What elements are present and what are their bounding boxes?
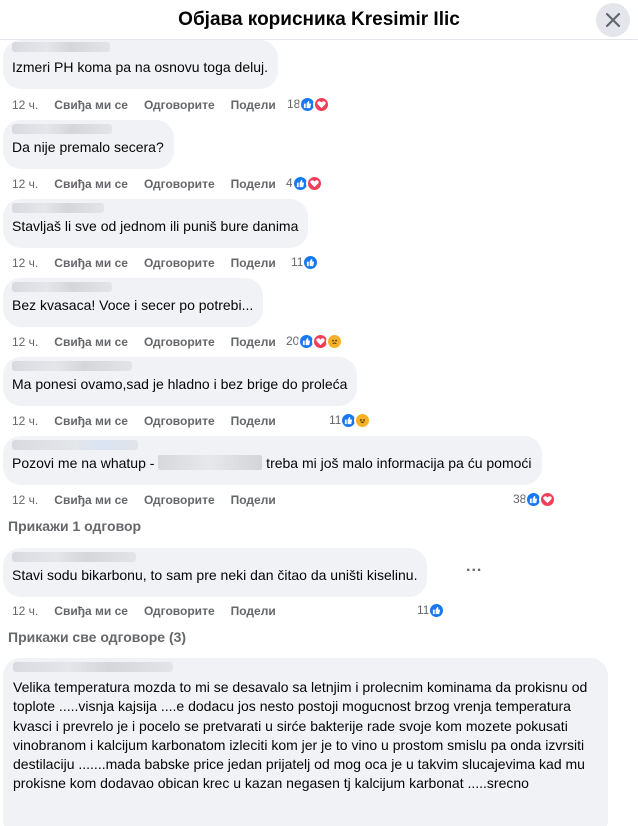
reaction-summary[interactable]: 38 <box>513 490 557 508</box>
comment-actions: 12 ч. Свиђа ми се Одговорите Подели <box>12 492 292 508</box>
reaction-summary[interactable]: 18 <box>287 95 331 113</box>
comment-text: Stavi sodu bikarbonu, to sam pre neki da… <box>12 567 418 583</box>
like-button[interactable]: Свиђа ми се <box>54 98 128 112</box>
phone-number-blurred <box>158 455 263 470</box>
comment-time[interactable]: 12 ч. <box>12 177 38 191</box>
comment-time[interactable]: 12 ч. <box>12 256 38 270</box>
comment-time[interactable]: 12 ч. <box>12 414 38 428</box>
dialog-header: Објава корисника Kresimir Ilic <box>0 0 638 40</box>
comment-actions: 12 ч. Свиђа ми се Одговорите Подели <box>12 97 292 113</box>
like-reaction-icon <box>302 253 320 271</box>
like-reaction-icon <box>428 601 446 619</box>
comment-bubble: Stavi sodu bikarbonu, to sam pre neki da… <box>3 548 428 597</box>
reply-button[interactable]: Одговорите <box>144 256 215 270</box>
comment-text-part: treba mi još malo informacija pa ću pomo… <box>262 455 532 471</box>
comment-bubble: Bez kvasaca! Voce i secer po potrebi... <box>3 278 264 327</box>
like-button[interactable]: Свиђа ми се <box>54 414 128 428</box>
haha-reaction-icon <box>354 411 372 429</box>
comment-text: Bez kvasaca! Voce i secer po potrebi... <box>12 297 254 313</box>
comment-bubble: Da nije premalo secera? <box>3 120 174 169</box>
comment-text: Ma ponesi ovamo,sad je hladno i bez brig… <box>12 376 348 392</box>
comment-bubble: Stavljaš li sve od jednom ili puniš bure… <box>3 199 309 248</box>
reaction-summary[interactable]: 20 <box>286 332 344 350</box>
comment-actions: 12 ч. Свиђа ми се Одговорите Подели <box>12 603 292 619</box>
close-button[interactable] <box>596 3 630 37</box>
close-icon <box>606 13 620 27</box>
love-reaction-icon <box>313 95 331 113</box>
reply-button[interactable]: Одговорите <box>144 414 215 428</box>
comment-time[interactable]: 12 ч. <box>12 98 38 112</box>
share-button[interactable]: Подели <box>231 177 276 191</box>
like-button[interactable]: Свиђа ми се <box>54 177 128 191</box>
comment-text-part: Pozovi me na whatup - <box>12 455 159 471</box>
share-button[interactable]: Подели <box>231 604 276 618</box>
reaction-count: 20 <box>286 334 300 348</box>
comment-bubble: Izmeri PH koma pa na osnovu toga deluj. <box>3 40 279 89</box>
author-name-blurred[interactable] <box>12 552 136 562</box>
comment-bubble: Velika temperatura mozda to mi se desava… <box>3 658 608 826</box>
like-button[interactable]: Свиђа ми се <box>54 335 128 349</box>
reaction-count: 38 <box>513 492 527 506</box>
reply-button[interactable]: Одговорите <box>144 493 215 507</box>
more-options-button[interactable]: ... <box>466 558 482 576</box>
share-button[interactable]: Подели <box>231 256 276 270</box>
reply-button[interactable]: Одговорите <box>144 177 215 191</box>
author-name-blurred[interactable] <box>12 440 138 450</box>
comment-actions: 12 ч. Свиђа ми се Одговорите Подели <box>12 413 292 429</box>
comment-text: Da nije premalo secera? <box>12 139 164 155</box>
share-button[interactable]: Подели <box>231 493 276 507</box>
reply-button[interactable]: Одговорите <box>144 604 215 618</box>
reaction-summary[interactable]: 11 <box>417 601 446 619</box>
reaction-summary[interactable]: 4 <box>286 174 323 192</box>
author-name-blurred[interactable] <box>12 42 110 52</box>
like-button[interactable]: Свиђа ми се <box>54 604 128 618</box>
share-button[interactable]: Подели <box>231 98 276 112</box>
author-name-blurred[interactable] <box>13 662 173 672</box>
author-name-blurred[interactable] <box>12 203 104 213</box>
comment-text: Velika temperatura mozda to mi se desava… <box>13 679 588 792</box>
reaction-summary[interactable]: 11 <box>291 253 320 271</box>
love-reaction-icon <box>539 490 557 508</box>
author-name-blurred[interactable] <box>12 282 112 292</box>
comment-time[interactable]: 12 ч. <box>12 604 38 618</box>
comment-text: Stavljaš li sve od jednom ili puniš bure… <box>12 218 299 234</box>
dialog-title: Објава корисника Kresimir Ilic <box>178 8 460 30</box>
comment-time[interactable]: 12 ч. <box>12 493 38 507</box>
comment-time[interactable]: 12 ч. <box>12 335 38 349</box>
like-button[interactable]: Свиђа ми се <box>54 256 128 270</box>
reply-button[interactable]: Одговорите <box>144 335 215 349</box>
reaction-count: 18 <box>287 97 301 111</box>
reply-button[interactable]: Одговорите <box>144 98 215 112</box>
author-name-blurred[interactable] <box>12 124 112 134</box>
comment-text: Izmeri PH koma pa na osnovu toga deluj. <box>12 59 269 75</box>
comment-actions: 12 ч. Свиђа ми се Одговорите Подели <box>12 176 292 192</box>
love-reaction-icon <box>305 174 323 192</box>
show-all-replies-link[interactable]: Прикажи све одговоре (3) <box>8 629 186 645</box>
share-button[interactable]: Подели <box>231 414 276 428</box>
comment-actions: 12 ч. Свиђа ми се Одговорите Подели <box>12 334 292 350</box>
show-replies-link[interactable]: Прикажи 1 одговор <box>8 518 141 534</box>
like-button[interactable]: Свиђа ми се <box>54 493 128 507</box>
comment-text: Pozovi me na whatup - treba mi još malo … <box>12 454 532 473</box>
reaction-summary[interactable]: 11 <box>329 411 372 429</box>
author-name-blurred[interactable] <box>12 361 132 371</box>
sad-reaction-icon <box>326 332 344 350</box>
comment-bubble: Ma ponesi ovamo,sad je hladno i bez brig… <box>3 357 358 406</box>
share-button[interactable]: Подели <box>231 335 276 349</box>
comment-actions: 12 ч. Свиђа ми се Одговорите Подели <box>12 255 292 271</box>
comment-bubble: Pozovi me na whatup - treba mi još malo … <box>3 436 542 485</box>
